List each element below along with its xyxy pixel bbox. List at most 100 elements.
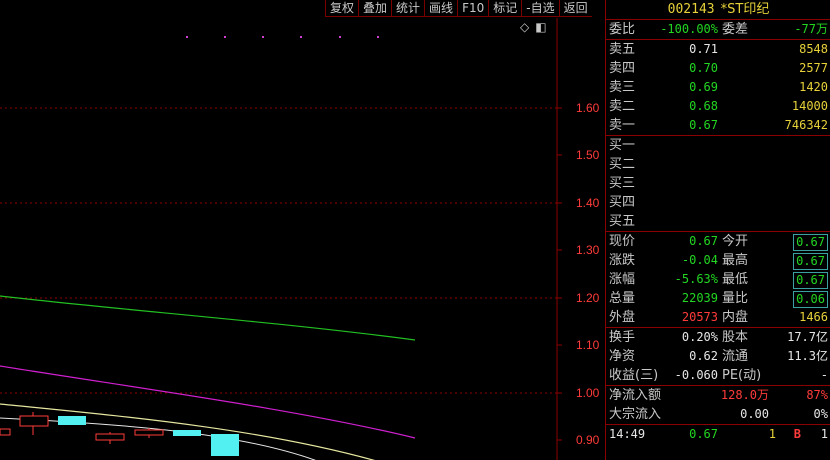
ask-volume: 14000: [791, 99, 828, 113]
bid-label: 买四: [609, 195, 636, 210]
marker-dots: [186, 36, 379, 38]
ask-volume: 8548: [799, 42, 828, 56]
stock-name: *ST印纪: [720, 2, 770, 17]
ask-volume: 1420: [799, 80, 828, 94]
stat-row: 涨幅 -5.63% 最低 0.67: [606, 270, 830, 289]
ask-price: 0.69: [689, 80, 718, 94]
bid-row: 买二: [606, 155, 830, 174]
stat-value: 22039: [681, 291, 718, 305]
stat-label: 总量: [609, 291, 636, 306]
stat-value: 0.67: [793, 234, 828, 251]
toolbar-item[interactable]: 标记: [488, 0, 522, 17]
ask-label: 卖四: [609, 61, 636, 76]
stat-label: 涨幅: [609, 272, 636, 287]
stock-code: 002143: [667, 2, 715, 17]
price-axis-label: 1.00: [576, 386, 600, 400]
toolbar-item[interactable]: 返回: [558, 0, 592, 17]
stock-title: 002143 *ST印纪: [606, 0, 830, 20]
ask-volume: 746342: [784, 118, 828, 132]
weibi-label: 委比: [609, 22, 636, 37]
stat-value: -5.63%: [674, 272, 718, 286]
price-axis-label: 1.40: [576, 196, 600, 210]
ask-row: 卖一 0.67 746342: [606, 116, 830, 135]
toolbar-item[interactable]: 复权: [325, 0, 359, 17]
block-trade-row: 大宗流入 0.00 0%: [606, 405, 830, 425]
weicha-label: 委差: [722, 22, 749, 37]
fund-row: 净资 0.62 流通 11.3亿: [606, 347, 830, 366]
stat-label: 量比: [722, 291, 749, 306]
diamond-icon[interactable]: ◇: [520, 20, 529, 34]
stat-row: 现价 0.67 今开 0.67: [606, 232, 830, 251]
stat-label: 现价: [609, 234, 636, 249]
tick-side: B: [793, 427, 801, 441]
ask-label: 卖一: [609, 118, 636, 133]
fund-label: 股本: [722, 330, 749, 345]
price-axis-label: 1.20: [576, 291, 600, 305]
bid-book: 买一买二买三买四买五: [606, 136, 830, 232]
grid-lines: [0, 107, 557, 394]
fundamentals: 换手 0.20% 股本 17.7亿 净资 0.62 流通 11.3亿 收益(三) -0.060 PE…: [606, 328, 830, 386]
fund-label: 换手: [609, 330, 636, 345]
stat-row: 总量 22039 量比 0.06: [606, 289, 830, 308]
block-trade-label: 大宗流入: [609, 407, 662, 422]
quote-panel: 002143 *ST印纪 委比 -100.00% 委差 -77万 卖五 0.71 85…: [605, 0, 830, 460]
weibi-value: -100.00%: [660, 22, 718, 36]
tick-volume: 1: [768, 427, 776, 441]
bid-label: 买三: [609, 176, 636, 191]
stat-value: 20573: [681, 310, 718, 324]
fund-value: 0.20%: [681, 330, 718, 344]
fund-label: PE(动): [722, 368, 762, 383]
price-stats: 现价 0.67 今开 0.67 涨跌 -0.04 最高 0.67 涨幅 -5.63% 最低 0.67 总…: [606, 232, 830, 328]
bid-row: 买三: [606, 174, 830, 193]
stat-value: 0.67: [793, 253, 828, 270]
weibi-row: 委比 -100.00% 委差 -77万: [606, 20, 830, 40]
fund-value: 0.62: [689, 349, 718, 363]
toolbar: 复权 叠加 统计 画线 F10 标记 -自选 返回: [325, 0, 592, 17]
price-axis-label: 1.10: [576, 338, 600, 352]
fund-value: -: [820, 368, 828, 382]
chart-tools: ◇ ◧: [520, 20, 553, 34]
stat-value: 0.67: [689, 234, 718, 248]
toolbar-item[interactable]: F10: [457, 0, 489, 17]
net-inflow-value: 128.0万: [720, 388, 769, 402]
stat-row: 外盘 20573 内盘 1466: [606, 308, 830, 327]
toolbar-item[interactable]: 画线: [424, 0, 458, 17]
tick-time: 14:49: [609, 427, 646, 441]
toolbar-item[interactable]: 统计: [391, 0, 425, 17]
bid-row: 买一: [606, 136, 830, 155]
fund-value: 11.3亿: [787, 349, 828, 363]
block-trade-value: 0.00: [740, 407, 769, 421]
fund-label: 净资: [609, 349, 636, 364]
net-inflow-pct: 87%: [806, 388, 828, 402]
fund-value: -0.060: [674, 368, 718, 382]
stat-label: 今开: [722, 234, 749, 249]
stat-label: 涨跌: [609, 253, 636, 268]
kline-chart[interactable]: 1.60 1.50 1.40 1.30 1.20 1.10 1.00 0.90: [0, 0, 605, 460]
ask-price: 0.70: [689, 61, 718, 75]
ask-label: 卖五: [609, 42, 636, 57]
ask-row: 卖五 0.71 8548: [606, 40, 830, 59]
stat-label: 外盘: [609, 310, 636, 325]
stat-value: 0.06: [793, 291, 828, 308]
ask-price: 0.68: [689, 99, 718, 113]
ask-row: 卖二 0.68 14000: [606, 97, 830, 116]
toolbar-item[interactable]: 叠加: [358, 0, 392, 17]
tick-row: 14:49 0.67 1 B 1: [606, 425, 830, 444]
fund-label: 流通: [722, 349, 749, 364]
weicha-value: -77万: [794, 22, 828, 36]
bid-label: 买二: [609, 157, 636, 172]
ask-row: 卖四 0.70 2577: [606, 59, 830, 78]
bid-label: 买五: [609, 214, 636, 229]
ask-price: 0.67: [689, 118, 718, 132]
toolbar-item[interactable]: -自选: [521, 0, 559, 17]
fund-row: 换手 0.20% 股本 17.7亿: [606, 328, 830, 347]
ask-row: 卖三 0.69 1420: [606, 78, 830, 97]
bid-label: 买一: [609, 138, 636, 153]
fund-value: 17.7亿: [787, 330, 828, 344]
price-axis-label: 0.90: [576, 433, 600, 447]
ask-label: 卖三: [609, 80, 636, 95]
block-trade-pct: 0%: [813, 407, 828, 421]
price-axis-label: 1.50: [576, 148, 600, 162]
panel-icon[interactable]: ◧: [535, 20, 546, 34]
ask-price: 0.71: [689, 42, 718, 56]
